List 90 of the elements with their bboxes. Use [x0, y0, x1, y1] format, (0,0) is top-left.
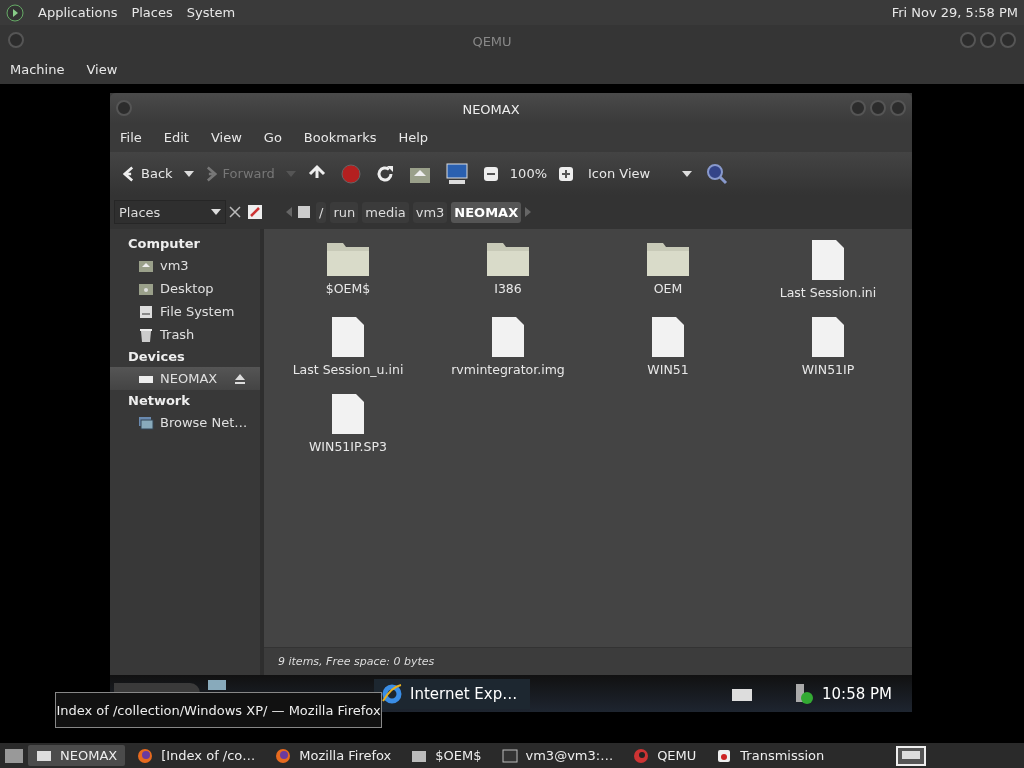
drive-icon — [296, 204, 312, 220]
menu-item[interactable]: View — [210, 130, 242, 145]
taskbar-button[interactable]: $OEM$ — [403, 745, 490, 766]
pencil-icon — [247, 204, 263, 220]
sidebar-heading: Computer — [127, 235, 202, 253]
caret-icon — [682, 170, 692, 177]
close-icon — [229, 206, 241, 218]
file-icon — [331, 316, 365, 358]
panel-menu[interactable]: Applications — [38, 5, 118, 20]
file-icon — [811, 239, 845, 281]
close-button[interactable] — [226, 204, 244, 220]
menu-item[interactable]: Machine — [10, 62, 65, 77]
breadcrumb-button[interactable]: NEOMAX — [451, 201, 522, 223]
menu-item[interactable]: View — [86, 62, 118, 77]
right-arrow-icon — [525, 207, 532, 217]
caret-icon — [183, 170, 194, 177]
forward-arrow-icon — [204, 165, 217, 182]
caret-icon — [211, 209, 221, 215]
taskbar-button[interactable]: Internet Exp… — [374, 678, 530, 709]
taskbar-button[interactable]: Transmission — [708, 745, 833, 766]
view-dropdown[interactable]: Icon View — [585, 164, 695, 183]
menu-item[interactable]: Bookmarks — [303, 130, 377, 145]
sidebar-item[interactable]: File System — [110, 300, 260, 323]
trash-icon — [138, 326, 154, 343]
places-dropdown[interactable]: Places — [114, 200, 226, 224]
file-icon — [651, 316, 685, 358]
taskbar-button[interactable]: vm3@vm3:… — [493, 745, 622, 766]
menu-item[interactable]: Help — [398, 130, 429, 145]
breadcrumb-button[interactable]: run — [330, 201, 359, 223]
taskbar-button[interactable]: [Index of /co… — [129, 745, 264, 766]
menu-item[interactable]: File — [120, 130, 142, 145]
firefox-icon — [275, 747, 292, 764]
sidebar-item[interactable]: Desktop — [110, 277, 260, 300]
file-name[interactable]: Last Session_u.ini — [292, 362, 404, 377]
clock[interactable]: 10:58 PM — [822, 684, 892, 703]
tooltip: Index of /collection/Windows XP/ — Mozilla Firefox — [55, 692, 382, 728]
breadcrumb-button[interactable]: / — [316, 201, 327, 223]
taskbar-button[interactable]: Mozilla Firefox — [267, 745, 400, 766]
zoom-level: 100% — [509, 166, 547, 181]
keyboard-icon — [732, 686, 752, 701]
file-name[interactable]: WIN51 — [647, 362, 689, 377]
back-button[interactable]: Back — [120, 163, 176, 184]
browser-icon — [382, 683, 402, 704]
search-icon — [706, 162, 728, 185]
taskbar-button[interactable]: NEOMAX — [28, 745, 126, 766]
firefox-icon — [137, 747, 154, 764]
computer-icon — [444, 162, 469, 185]
zoom-in-icon — [558, 165, 574, 182]
taskbar-button[interactable]: QEMU — [625, 745, 705, 766]
drive-icon — [138, 303, 154, 320]
breadcrumb-button[interactable]: media — [362, 201, 409, 223]
clock[interactable]: Fri Nov 29, 5:58 PM — [891, 5, 1018, 20]
logo-icon — [6, 3, 24, 22]
left-arrow-icon — [286, 207, 292, 217]
menu-item[interactable]: Go — [263, 130, 282, 145]
file-name[interactable]: $OEM$ — [325, 281, 371, 296]
menu-item[interactable]: Edit — [163, 130, 189, 145]
sidebar-item[interactable]: NEOMAX — [110, 367, 260, 390]
window-title: NEOMAX — [462, 101, 520, 117]
desktop-icon — [4, 746, 24, 765]
qemu-icon — [633, 747, 650, 764]
file-icon — [811, 316, 845, 358]
file-icon — [331, 393, 365, 435]
eject-icon — [234, 372, 246, 385]
sidebar-item[interactable]: vm3 — [110, 254, 260, 277]
window-title: QEMU — [472, 33, 512, 49]
window-icon — [208, 680, 226, 690]
file-name[interactable]: I386 — [494, 281, 522, 296]
file-name[interactable]: rvmintegrator.img — [451, 362, 565, 377]
back-arrow-icon — [123, 165, 135, 182]
sidebar-item[interactable]: Trash — [110, 323, 260, 346]
breadcrumb-button[interactable]: vm3 — [412, 201, 448, 223]
panel-menu[interactable]: Places — [131, 5, 173, 20]
transmission-icon — [716, 747, 733, 764]
file-name[interactable]: OEM — [653, 281, 683, 296]
sidebar-heading: Network — [127, 392, 191, 410]
sidebar-item[interactable]: Browse Net… — [110, 411, 260, 434]
file-name[interactable]: WIN51IP — [801, 362, 855, 377]
status-text: 9 items, Free space: 0 bytes — [278, 655, 435, 668]
caret-icon — [285, 170, 296, 177]
zoom-out-icon — [482, 165, 499, 182]
panel-menu[interactable]: System — [186, 5, 236, 20]
terminal-icon — [501, 747, 518, 764]
network-icon — [138, 414, 154, 431]
file-icon — [491, 316, 525, 358]
stop-icon — [340, 163, 361, 184]
file-name[interactable]: WIN51IP.SP3 — [309, 439, 387, 454]
file-name[interactable]: Last Session.ini — [779, 285, 877, 300]
sidebar-heading: Devices — [127, 348, 186, 366]
workspace-icon — [896, 745, 926, 766]
